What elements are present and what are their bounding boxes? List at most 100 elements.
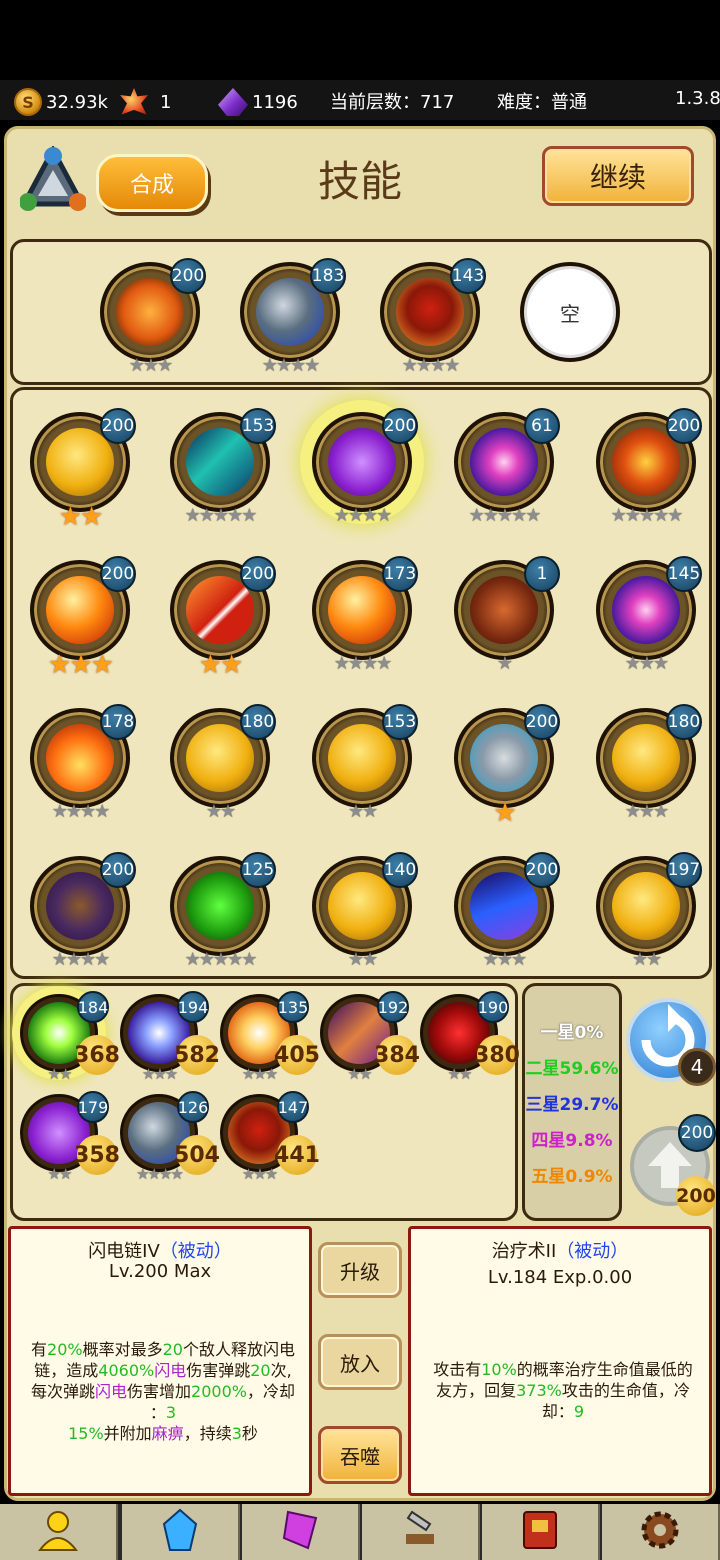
- inventory-skill-5[interactable]: 190 380 ★★: [420, 991, 520, 1083]
- upgrade-button[interactable]: 升级: [318, 1242, 402, 1298]
- star-rating: ★★★★★: [610, 505, 684, 526]
- skill-slot-11[interactable]: 178 ★★★★: [30, 704, 136, 822]
- tab-forge[interactable]: [362, 1504, 480, 1560]
- skill-level-badge: 153: [240, 408, 276, 444]
- star-rating: ★★★: [241, 1065, 278, 1083]
- upgrade-label: 升级: [340, 1259, 380, 1284]
- skill-slot-18[interactable]: 140 ★★: [312, 852, 418, 970]
- skill-slot-15[interactable]: 180 ★★★: [596, 704, 702, 822]
- devour-button[interactable]: 吞噬: [318, 1426, 402, 1484]
- compare-skill-name: 治疗术II: [491, 1241, 557, 1262]
- skill-slot-9[interactable]: 1 ★: [454, 556, 560, 674]
- version-label: 1.3.8: [675, 88, 720, 109]
- tab-book[interactable]: [482, 1504, 600, 1560]
- equipped-slot-2[interactable]: 183 ★★★★: [240, 258, 346, 376]
- skill-level-badge: 125: [240, 852, 276, 888]
- skill-slot-6[interactable]: 200 ★★★: [30, 556, 136, 680]
- inventory-skill-7[interactable]: 126 504 ★★★★: [120, 1091, 220, 1183]
- skill-level-badge: 61: [524, 408, 560, 444]
- crystal-display: 1196: [218, 88, 298, 116]
- tab-hero[interactable]: [0, 1504, 118, 1560]
- equipped-slot-empty[interactable]: 空: [520, 262, 620, 362]
- star-rating: ★★: [447, 1065, 473, 1083]
- star-rating: ★★★★: [51, 801, 111, 822]
- star-rating: ★★★★: [136, 1165, 184, 1183]
- inventory-skill-6[interactable]: 179 358 ★★: [20, 1091, 120, 1183]
- star-rating: ★★★: [624, 801, 669, 822]
- skill-slot-13[interactable]: 153 ★★: [312, 704, 418, 822]
- skill-slot-5[interactable]: 200 ★★★★★: [596, 408, 702, 526]
- star-rate-1: 一星0%: [540, 1023, 604, 1043]
- inventory-skill-3[interactable]: 135 405 ★★★: [220, 991, 320, 1083]
- skill-slot-16[interactable]: 200 ★★★★: [30, 852, 136, 970]
- ember-gem-icon: [120, 88, 148, 115]
- equipped-slot-1[interactable]: 200 ★★★: [100, 258, 206, 376]
- continue-button[interactable]: 继续: [542, 146, 694, 206]
- devour-label: 吞噬: [340, 1444, 380, 1469]
- skill-level-badge: 1: [524, 556, 560, 592]
- star-rating: ★★: [347, 801, 378, 822]
- skill-slot-20[interactable]: 197 ★★: [596, 852, 702, 970]
- skill-level-badge: 184: [77, 991, 109, 1023]
- star-rating: ★★★: [48, 650, 114, 680]
- star-rating: ★★★★★: [184, 505, 258, 526]
- skill-slot-2[interactable]: 153 ★★★★★: [170, 408, 276, 526]
- star-rating: ★: [493, 798, 516, 828]
- tab-crystal[interactable]: [122, 1504, 240, 1560]
- skill-level: Lv.200 Max: [108, 1261, 212, 1282]
- empty-slot-label: 空: [560, 301, 580, 326]
- inventory-skill-8[interactable]: 147 441 ★★★: [220, 1091, 320, 1183]
- continue-label: 继续: [589, 161, 646, 194]
- skill-slot-19[interactable]: 200 ★★★: [454, 852, 560, 970]
- star-rate-5: 五星0.9%: [531, 1167, 613, 1187]
- difficulty-label: 难度：普通: [497, 92, 587, 113]
- star-rate-2: 二星59.6%: [525, 1059, 619, 1079]
- skill-slot-1[interactable]: 200 ★★: [30, 408, 136, 532]
- skill-slot-4[interactable]: 61 ★★★★★: [454, 408, 560, 526]
- skill-level-badge: 200: [524, 852, 560, 888]
- book-icon: [520, 1508, 560, 1556]
- inventory-skill-2[interactable]: 194 582 ★★★: [120, 991, 220, 1083]
- skill-level-badge: 197: [666, 852, 702, 888]
- star-rating: ★★★★: [333, 505, 393, 526]
- skill-level-badge: 180: [240, 704, 276, 740]
- inventory-skill-1[interactable]: 184 368 ★★: [20, 991, 120, 1083]
- place-label: 放入: [340, 1351, 380, 1376]
- upgrade-cost-bottom: 200: [676, 1176, 716, 1216]
- star-rating: ★★★: [141, 1065, 178, 1083]
- compare-skill-card: 治疗术II（被动） Lv.184 Exp.0.00 攻击有10%的概率治疗生命值…: [408, 1226, 712, 1496]
- skill-level-badge: 153: [382, 704, 418, 740]
- skill-slot-10[interactable]: 145 ★★★: [596, 556, 702, 674]
- upgrade-cost-top: 200: [678, 1114, 716, 1152]
- star-rating: ★★: [47, 1065, 73, 1083]
- skill-slot-14[interactable]: 200 ★: [454, 704, 560, 828]
- tab-rune[interactable]: [242, 1504, 360, 1560]
- star-rating: ★★: [347, 949, 378, 970]
- crystal-icon: [160, 1508, 200, 1556]
- skill-level-badge: 143: [450, 258, 486, 294]
- skill-name: 闪电链IV: [88, 1241, 160, 1262]
- equipped-slot-3[interactable]: 143 ★★★★: [380, 258, 486, 376]
- skill-slot-12[interactable]: 180 ★★: [170, 704, 276, 822]
- star-rate-4: 四星9.8%: [531, 1131, 613, 1151]
- place-button[interactable]: 放入: [318, 1334, 402, 1390]
- star-rating: ★★★★: [261, 355, 321, 376]
- star-rating: ★★★★★: [184, 949, 258, 970]
- floor-count: 当前层数：717: [330, 92, 455, 113]
- merge-label: 合成: [129, 173, 174, 198]
- tab-settings-gear[interactable]: [602, 1504, 720, 1560]
- ember-amount: 1: [160, 91, 172, 113]
- skill-level-badge: 200: [100, 852, 136, 888]
- skill-level-badge: 178: [100, 704, 136, 740]
- skill-level-badge: 200: [524, 704, 560, 740]
- skill-slot-3[interactable]: 200 ★★★★: [312, 408, 418, 526]
- skill-slot-7[interactable]: 200 ★★: [170, 556, 276, 680]
- star-rating: ★★: [58, 502, 104, 532]
- merge-button[interactable]: 合成: [96, 154, 208, 212]
- star-rating: ★★: [347, 1065, 373, 1083]
- triangle-rune-icon[interactable]: [19, 144, 87, 216]
- skill-type: （被动）: [159, 1241, 232, 1262]
- skill-slot-17[interactable]: 125 ★★★★★: [170, 852, 276, 970]
- skill-slot-8[interactable]: 173 ★★★★: [312, 556, 418, 674]
- inventory-skill-4[interactable]: 192 384 ★★: [320, 991, 420, 1083]
